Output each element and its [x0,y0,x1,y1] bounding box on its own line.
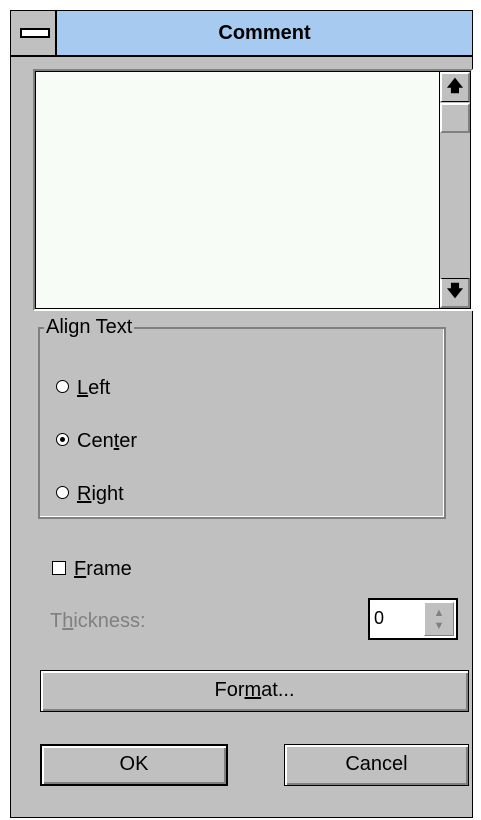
radio-left[interactable]: Left [56,375,110,401]
radio-left-label-post: eft [88,377,111,399]
format-button[interactable]: Format... [40,670,469,712]
system-menu-icon [20,28,50,38]
thickness-spinner[interactable]: 0 ▲ ▼ [368,598,458,640]
comment-text-field[interactable]: 🡅 🡇 [35,71,471,309]
frame-checkbox-box[interactable] [52,560,66,575]
dialog-title: Comment [218,22,311,44]
system-menu-button[interactable] [11,11,57,55]
spinner-arrow-icon: ▲ ▼ [433,607,445,632]
radio-center[interactable]: Center [56,428,137,454]
radio-left-mnemonic: L [77,377,89,399]
frame-checkbox[interactable]: Frame [52,556,132,582]
format-label-post: at... [261,679,295,701]
radio-left-indicator[interactable] [56,380,69,394]
scroll-down-button[interactable]: 🡇 [440,278,470,308]
comment-text-area[interactable]: 🡅 🡇 [33,69,473,311]
thickness-label-pre: T [50,610,63,632]
format-label-pre: For [214,679,245,701]
cancel-button[interactable]: Cancel [284,744,469,786]
radio-right-label-post: ight [91,483,124,505]
ok-button[interactable]: OK [40,744,228,786]
align-text-legend: Align Text [44,316,135,338]
vertical-scrollbar[interactable]: 🡅 🡇 [439,72,470,308]
radio-center-label-pre: Cen [77,430,114,452]
thickness-mnemonic: h [62,610,74,632]
spinner-arrows[interactable]: ▲ ▼ [424,602,454,636]
radio-right-indicator[interactable] [56,486,69,500]
radio-right[interactable]: Right [56,481,124,507]
scroll-up-button[interactable]: 🡅 [440,72,470,102]
thickness-label-post: ickness: [73,610,146,632]
format-mnemonic: m [244,679,262,701]
radio-center-indicator[interactable] [56,433,69,447]
radio-center-label-post: er [119,430,138,452]
arrow-up-icon: 🡅 [446,78,464,95]
thickness-value[interactable]: 0 [374,608,384,629]
thickness-label: Thickness: [50,608,146,634]
radio-right-mnemonic: R [77,483,92,505]
scroll-thumb[interactable] [440,103,470,133]
arrow-down-icon: 🡇 [446,283,464,300]
frame-mnemonic: F [74,558,87,580]
frame-label-post: rame [86,558,132,580]
title-bar: Comment [11,11,472,57]
